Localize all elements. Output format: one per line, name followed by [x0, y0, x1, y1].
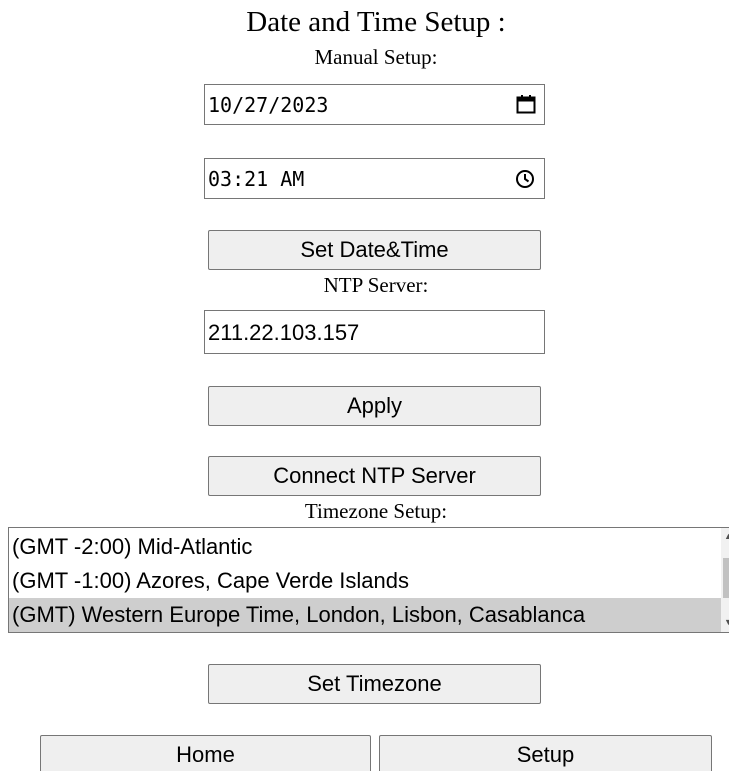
apply-button[interactable]: Apply	[208, 386, 541, 426]
set-timezone-button[interactable]: Set Timezone	[208, 664, 541, 704]
page-title: Date and Time Setup :	[246, 6, 506, 38]
manual-setup-label: Manual Setup:	[314, 45, 438, 69]
ntp-server-input[interactable]: 211.22.103.157	[204, 310, 545, 354]
clock-icon[interactable]	[515, 169, 535, 189]
set-date-time-button[interactable]: Set Date&Time	[208, 230, 541, 270]
setup-button[interactable]: Setup	[379, 735, 712, 771]
timezone-option[interactable]: (GMT -1:00) Azores, Cape Verde Islands	[9, 564, 721, 598]
timezone-scrollbar[interactable]: ▲ ▼	[721, 528, 729, 632]
home-button[interactable]: Home	[40, 735, 371, 771]
timezone-option[interactable]: (GMT -2:00) Mid-Atlantic	[9, 530, 721, 564]
date-input[interactable]: 10/27/2023	[204, 84, 545, 125]
connect-ntp-server-button[interactable]: Connect NTP Server	[208, 456, 541, 496]
date-input-value: 10/27/2023	[208, 93, 329, 117]
calendar-icon[interactable]	[516, 94, 536, 114]
ntp-server-label: NTP Server:	[323, 273, 429, 297]
timezone-option-selected[interactable]: (GMT) Western Europe Time, London, Lisbo…	[9, 598, 721, 632]
scroll-up-arrow-icon[interactable]: ▲	[724, 532, 729, 541]
scroll-thumb[interactable]	[723, 558, 729, 598]
time-input-value: 03:21 AM	[208, 167, 305, 191]
time-input[interactable]: 03:21 AM	[204, 158, 545, 199]
timezone-listbox[interactable]: (GMT -2:00) Mid-Atlantic (GMT -1:00) Azo…	[8, 527, 729, 633]
date-time-setup-page: Date and Time Setup : Manual Setup: 10/2…	[0, 0, 729, 771]
scroll-down-arrow-icon[interactable]: ▼	[724, 618, 729, 627]
ntp-server-input-value: 211.22.103.157	[208, 320, 360, 345]
timezone-setup-label: Timezone Setup:	[304, 499, 448, 523]
